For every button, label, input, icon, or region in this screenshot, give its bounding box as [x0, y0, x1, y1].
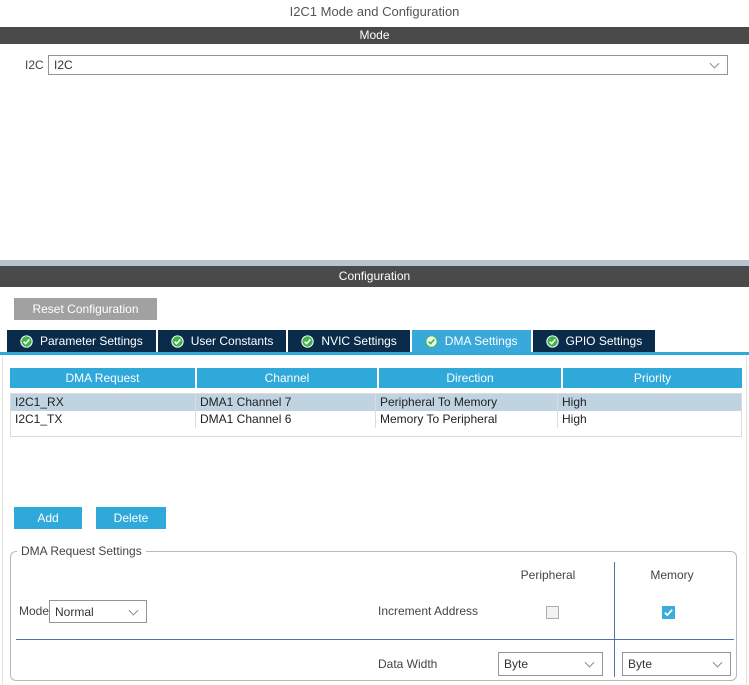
mode-section-header: Mode: [0, 27, 749, 44]
data-width-label: Data Width: [378, 657, 438, 671]
memory-increment-checkbox[interactable]: [662, 606, 675, 619]
reset-configuration-button[interactable]: Reset Configuration: [14, 298, 157, 320]
i2c-label: I2C: [25, 58, 44, 72]
peripheral-memory-divider: [614, 562, 615, 677]
tab-parameter-settings[interactable]: Parameter Settings: [7, 330, 156, 352]
cell-direction: Memory To Peripheral: [376, 411, 558, 428]
tab-label: Parameter Settings: [40, 334, 143, 348]
check-icon: [425, 334, 438, 348]
table-row[interactable]: I2C1_TX DMA1 Channel 6 Memory To Periphe…: [11, 411, 741, 428]
col-header-dma-request[interactable]: DMA Request: [10, 368, 195, 388]
chevron-down-icon: [709, 58, 720, 69]
table-row[interactable]: I2C1_RX DMA1 Channel 7 Peripheral To Mem…: [11, 394, 741, 411]
tab-label: DMA Settings: [444, 334, 518, 348]
mode-label: Mode: [19, 604, 50, 618]
cell-dma-request: I2C1_TX: [11, 411, 196, 428]
tab-dma-settings[interactable]: DMA Settings: [411, 330, 531, 352]
checkmark-icon: [663, 607, 674, 618]
settings-row-divider: [16, 639, 734, 640]
tab-gpio-settings[interactable]: GPIO Settings: [532, 330, 656, 352]
tab-label: GPIO Settings: [565, 334, 643, 348]
configuration-section-header: Configuration: [0, 266, 749, 287]
configuration-tabbar: Parameter Settings User Constants NVIC S…: [7, 330, 656, 352]
col-header-channel[interactable]: Channel: [197, 368, 377, 388]
dma-table-header: DMA Request Channel Direction Priority: [10, 368, 742, 388]
tab-nvic-settings[interactable]: NVIC Settings: [288, 330, 410, 352]
dma-mode-dropdown[interactable]: Normal: [49, 600, 147, 623]
peripheral-data-width-value: Byte: [504, 657, 529, 671]
dma-table-body: I2C1_RX DMA1 Channel 7 Peripheral To Mem…: [10, 393, 742, 437]
peripheral-data-width-dropdown[interactable]: Byte: [498, 652, 603, 676]
groupbox-legend: DMA Request Settings: [17, 544, 146, 558]
col-header-priority[interactable]: Priority: [563, 368, 742, 388]
i2c1-config-panel: I2C1 Mode and Configuration Mode I2C I2C…: [0, 0, 749, 685]
tab-label: User Constants: [190, 334, 274, 348]
add-button[interactable]: Add: [14, 507, 82, 529]
memory-data-width-value: Byte: [628, 657, 653, 671]
chevron-down-icon: [584, 657, 595, 668]
col-header-direction[interactable]: Direction: [379, 368, 561, 388]
peripheral-column-label: Peripheral: [520, 568, 576, 582]
check-icon: [301, 334, 315, 348]
page-title: I2C1 Mode and Configuration: [289, 4, 460, 19]
memory-column-label: Memory: [650, 568, 694, 582]
delete-button[interactable]: Delete: [96, 507, 166, 529]
i2c-mode-dropdown-value: I2C: [54, 58, 73, 72]
cell-priority: High: [562, 395, 587, 409]
check-icon: [545, 334, 559, 348]
cell-priority: High: [562, 412, 587, 426]
check-icon: [171, 334, 184, 348]
chevron-down-icon: [712, 657, 723, 668]
cell-channel: DMA1 Channel 6: [196, 411, 376, 428]
memory-data-width-dropdown[interactable]: Byte: [622, 652, 731, 676]
dma-mode-dropdown-value: Normal: [55, 604, 94, 619]
cell-direction: Peripheral To Memory: [376, 394, 558, 411]
check-icon: [20, 334, 33, 348]
i2c-mode-dropdown[interactable]: I2C: [48, 55, 728, 75]
cell-channel: DMA1 Channel 7: [196, 394, 376, 411]
cell-dma-request: I2C1_RX: [11, 394, 196, 411]
chevron-down-icon: [128, 605, 139, 616]
increment-address-label: Increment Address: [378, 604, 479, 618]
tab-label: NVIC Settings: [321, 334, 397, 348]
peripheral-increment-checkbox[interactable]: [546, 606, 559, 619]
tab-user-constants[interactable]: User Constants: [157, 330, 287, 352]
